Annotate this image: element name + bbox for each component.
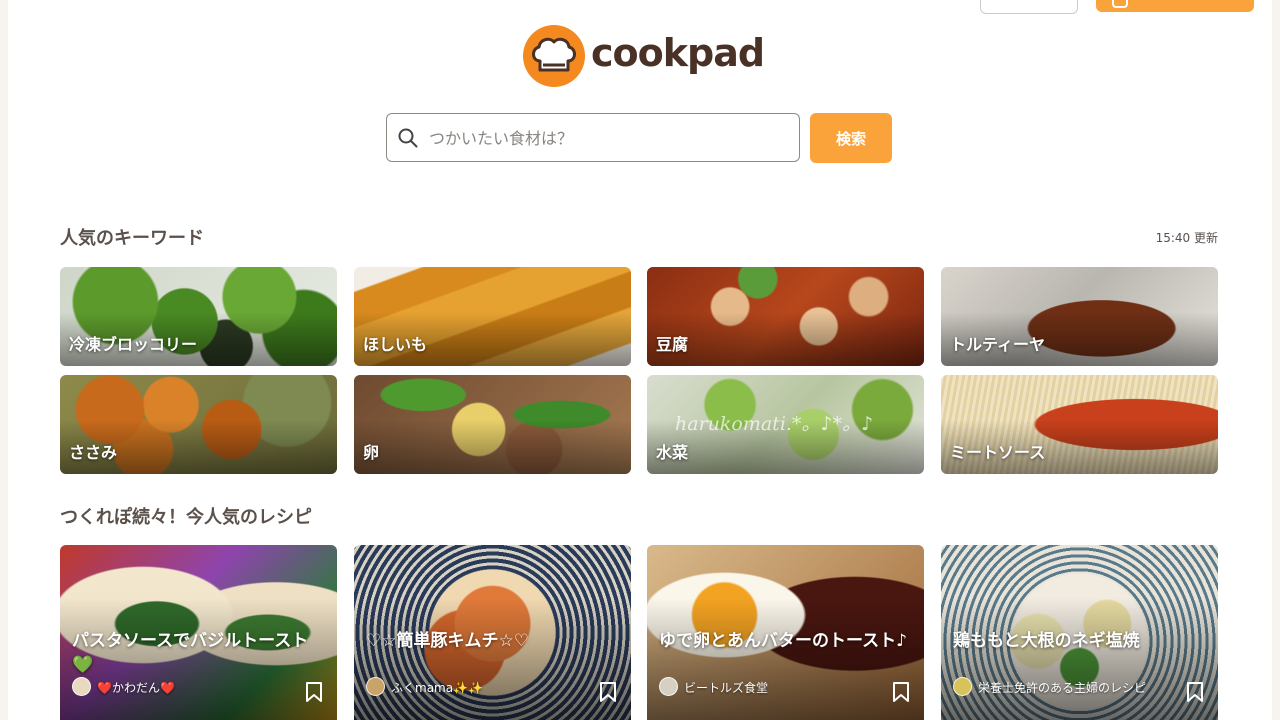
keyword-label: 豆腐 <box>656 335 689 354</box>
keyword-label: トルティーヤ <box>950 335 1046 354</box>
author-name: 栄養士免許のある主婦のレシピ <box>978 681 1147 695</box>
page: cookpad 検索 人気のキーワード 15:40 更新 冷凍ブロッコリー ほし… <box>8 0 1272 720</box>
keyword-card-egg[interactable]: 卵 <box>354 375 631 474</box>
recipe-card-basil-toast[interactable]: パスタソースでバジルトースト💚 ❤️かわだん❤️ <box>60 545 337 720</box>
user-icon <box>1112 0 1128 8</box>
image-shade <box>354 597 631 720</box>
bookmark-icon[interactable] <box>305 681 323 703</box>
author-name: ビートルズ食堂 <box>684 681 769 695</box>
search-input[interactable] <box>427 120 791 156</box>
keyword-card-frozen-broccoli[interactable]: 冷凍ブロッコリー <box>60 267 337 366</box>
recipe-title: ゆで卵とあんバターのトースト♪ <box>659 631 907 651</box>
keyword-label: ほしいも <box>363 335 428 354</box>
author-name: ふくmama✨✨ <box>391 681 483 695</box>
bookmark-icon[interactable] <box>1186 681 1204 703</box>
keyword-label: ささみ <box>69 443 118 462</box>
popular-recipes-heading: つくれぽ続々！今人気のレシピ <box>60 507 312 528</box>
search-icon <box>398 128 418 148</box>
image-shade <box>354 419 631 474</box>
keyword-card-tortilla[interactable]: トルティーヤ <box>941 267 1218 366</box>
bookmark-icon[interactable] <box>892 681 910 703</box>
image-watermark: harukomati.*。♪*。♪ <box>675 413 874 435</box>
recipe-title: 鶏ももと大根のネギ塩焼 <box>953 631 1140 651</box>
keyword-label: 冷凍ブロッコリー <box>69 335 198 354</box>
keyword-label: ミートソース <box>950 443 1046 462</box>
author-row[interactable]: ❤️かわだん❤️ <box>72 677 302 697</box>
author-row[interactable]: ビートルズ食堂 <box>659 677 889 697</box>
image-shade <box>647 311 924 366</box>
image-shade <box>941 597 1218 720</box>
login-button[interactable] <box>980 0 1078 14</box>
author-name: ❤️かわだん❤️ <box>97 681 175 695</box>
author-row[interactable]: 栄養士免許のある主婦のレシピ <box>953 677 1183 697</box>
update-time: 15:40 更新 <box>1155 231 1218 245</box>
search-box[interactable] <box>386 113 800 162</box>
author-row[interactable]: ふくmama✨✨ <box>366 677 596 697</box>
keyword-card-mizuna[interactable]: harukomati.*。♪*。♪ 水菜 <box>647 375 924 474</box>
logo-wordmark: cookpad <box>591 31 765 75</box>
image-shade <box>647 597 924 720</box>
keyword-card-dried-sweet-potato[interactable]: ほしいも <box>354 267 631 366</box>
recipe-title: パスタソースでバジルトースト💚 <box>72 631 309 675</box>
keyword-card-tofu[interactable]: 豆腐 <box>647 267 924 366</box>
chef-hat-logo-icon <box>523 25 585 87</box>
popular-keywords-heading: 人気のキーワード <box>60 228 204 249</box>
recipe-title: ♡☆簡単豚キムチ☆♡ <box>366 631 529 651</box>
search-button[interactable]: 検索 <box>810 113 892 163</box>
recipe-card-anbutter-toast[interactable]: ゆで卵とあんバターのトースト♪ ビートルズ食堂 <box>647 545 924 720</box>
recipe-card-pork-kimchi[interactable]: ♡☆簡単豚キムチ☆♡ ふくmama✨✨ <box>354 545 631 720</box>
bookmark-icon[interactable] <box>599 681 617 703</box>
keyword-card-meat-sauce[interactable]: ミートソース <box>941 375 1218 474</box>
keyword-label: 水菜 <box>656 443 689 462</box>
cookpad-logo[interactable]: cookpad <box>523 25 765 89</box>
register-button[interactable] <box>1096 0 1254 12</box>
avatar <box>659 677 678 696</box>
avatar <box>953 677 972 696</box>
keyword-label: 卵 <box>363 443 380 462</box>
recipe-card-chicken-daikon[interactable]: 鶏ももと大根のネギ塩焼 栄養士免許のある主婦のレシピ <box>941 545 1218 720</box>
avatar <box>366 677 385 696</box>
avatar <box>72 677 91 696</box>
keyword-card-chicken-tender[interactable]: ささみ <box>60 375 337 474</box>
